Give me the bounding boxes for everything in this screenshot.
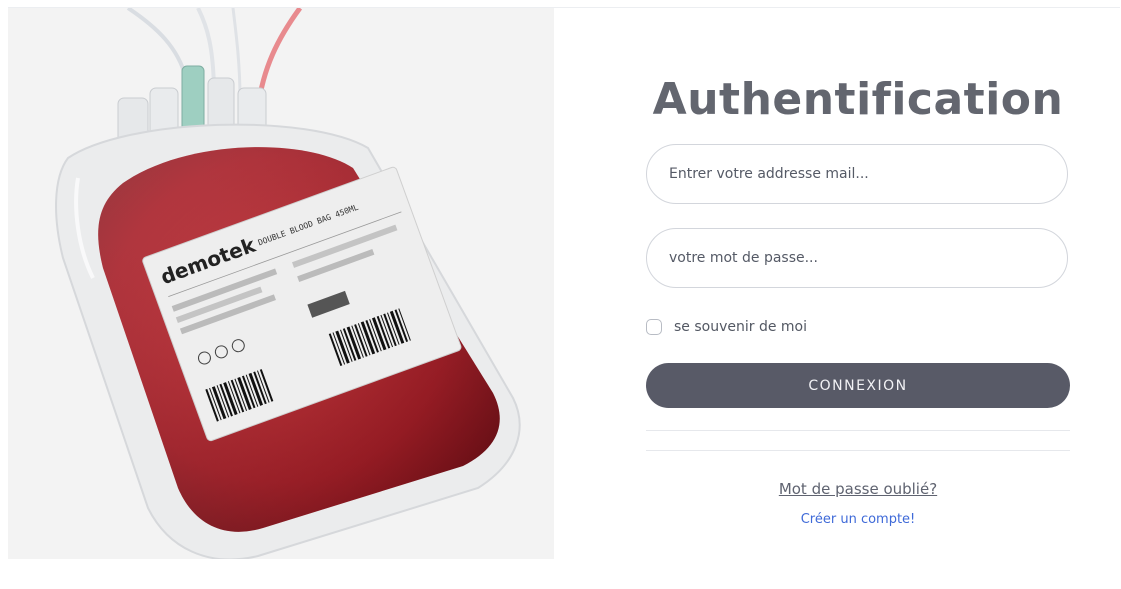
forgot-password-link[interactable]: Mot de passe oublié? (646, 480, 1070, 498)
login-button[interactable]: CONNEXION (646, 363, 1070, 408)
login-panel: Authentification se souvenir de moi CONN… (646, 0, 1070, 589)
remember-me-toggle[interactable]: se souvenir de moi (646, 316, 807, 338)
remember-me-checkbox[interactable] (646, 319, 662, 335)
password-field[interactable] (646, 228, 1068, 288)
remember-me-label: se souvenir de moi (674, 319, 807, 335)
blood-bag-image: demotek DOUBLE BLOOD BAG 450ML (8, 8, 554, 559)
page-title: Authentification (652, 74, 1064, 125)
create-account-link[interactable]: Créer un compte! (646, 512, 1070, 527)
divider (646, 450, 1070, 451)
email-field[interactable] (646, 144, 1068, 204)
divider (646, 430, 1070, 431)
